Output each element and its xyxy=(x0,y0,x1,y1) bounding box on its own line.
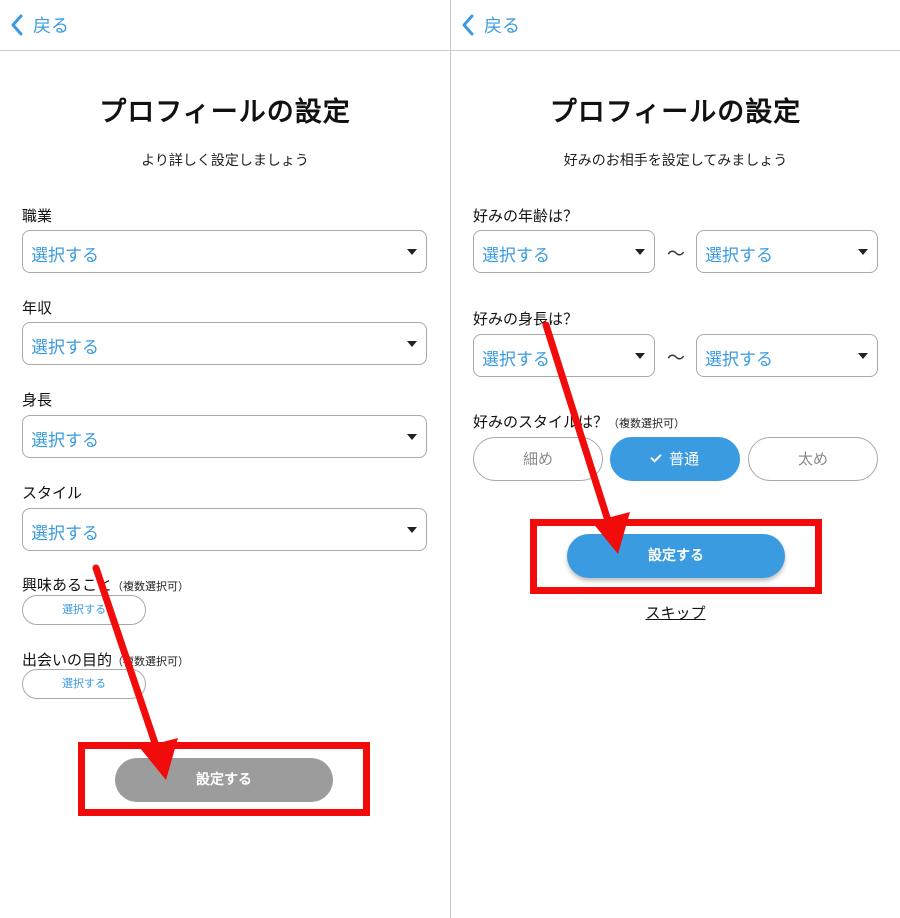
range-separator: 〜 xyxy=(667,348,685,369)
back-label: 戻る xyxy=(484,16,520,37)
page-title: プロフィールの設定 xyxy=(99,97,351,128)
income-value: 選択する xyxy=(31,338,99,358)
height-label: 身長 xyxy=(22,391,53,409)
caret-down-icon xyxy=(407,434,417,440)
back-label: 戻る xyxy=(33,16,69,37)
style-label: スタイル xyxy=(22,484,83,502)
caret-down-icon xyxy=(858,353,868,359)
skip-link[interactable]: スキップ xyxy=(451,602,900,623)
style-option-normal[interactable]: 普通 xyxy=(610,437,740,481)
purpose-select-button[interactable]: 選択する xyxy=(22,669,146,699)
style-option-label: 細め xyxy=(522,450,553,468)
caret-down-icon xyxy=(407,249,417,255)
nav-bar: 戻る xyxy=(0,0,450,51)
occupation-value: 選択する xyxy=(31,246,99,266)
age-to-select[interactable]: 選択する xyxy=(696,230,878,273)
chevron-left-icon xyxy=(11,14,23,36)
caret-down-icon xyxy=(407,527,417,533)
chevron-left-icon xyxy=(462,14,474,36)
nav-bar: 戻る xyxy=(451,0,900,51)
caret-down-icon xyxy=(635,353,645,359)
occupation-label: 職業 xyxy=(22,207,53,225)
style-pref-label: 好みのスタイルは？（複数選択可） xyxy=(473,411,685,432)
page-subtitle: より詳しく設定しましょう xyxy=(141,153,309,169)
partner-preference-screen: 戻る プロフィールの設定 好みのお相手を設定してみましょう 好みの年齢は？ 選択… xyxy=(451,0,900,918)
purpose-label-text: 出会いの目的 xyxy=(22,651,113,669)
height-pref-label: 好みの身長は？ xyxy=(473,310,579,328)
income-label: 年収 xyxy=(22,299,53,317)
age-label: 好みの年齢は？ xyxy=(473,207,579,225)
interests-label: 興味あること（複数選択可） xyxy=(22,574,189,595)
age-to-value: 選択する xyxy=(705,246,773,266)
back-button[interactable]: 戻る xyxy=(461,12,520,38)
height-to-value: 選択する xyxy=(705,350,773,370)
caret-down-icon xyxy=(635,249,645,255)
style-pref-note: （複数選択可） xyxy=(608,417,686,430)
interests-label-text: 興味あること xyxy=(22,576,113,594)
caret-down-icon xyxy=(407,341,417,347)
style-select[interactable]: 選択する xyxy=(22,508,427,551)
height-value: 選択する xyxy=(31,431,99,451)
height-select[interactable]: 選択する xyxy=(22,415,427,458)
height-from-value: 選択する xyxy=(482,350,550,370)
caret-down-icon xyxy=(858,249,868,255)
highlight-box xyxy=(78,742,370,816)
style-option-slim[interactable]: 細め xyxy=(473,437,603,481)
occupation-select[interactable]: 選択する xyxy=(22,230,427,273)
style-option-label: 太め xyxy=(797,450,828,468)
page-title: プロフィールの設定 xyxy=(549,97,802,128)
page-subtitle: 好みのお相手を設定してみましょう xyxy=(563,153,788,169)
purpose-note: （複数選択可） xyxy=(112,655,190,668)
height-from-select[interactable]: 選択する xyxy=(473,334,655,377)
height-to-select[interactable]: 選択する xyxy=(696,334,878,377)
income-select[interactable]: 選択する xyxy=(22,322,427,365)
back-button[interactable]: 戻る xyxy=(10,12,69,38)
style-value: 選択する xyxy=(31,524,99,544)
style-option-heavy[interactable]: 太め xyxy=(748,437,878,481)
profile-detail-screen: 戻る プロフィールの設定 より詳しく設定しましょう 職業 選択する 年収 選択す… xyxy=(0,0,450,918)
interests-select-button[interactable]: 選択する xyxy=(22,595,146,625)
style-option-label: 普通 xyxy=(668,450,699,468)
age-from-select[interactable]: 選択する xyxy=(473,230,655,273)
age-from-value: 選択する xyxy=(482,246,550,266)
purpose-label: 出会いの目的（複数選択可） xyxy=(22,649,189,670)
interests-note: （複数選択可） xyxy=(112,580,190,593)
check-icon xyxy=(650,451,662,463)
highlight-box xyxy=(530,519,822,594)
range-separator: 〜 xyxy=(667,244,685,265)
style-pref-label-text: 好みのスタイルは？ xyxy=(473,413,609,431)
